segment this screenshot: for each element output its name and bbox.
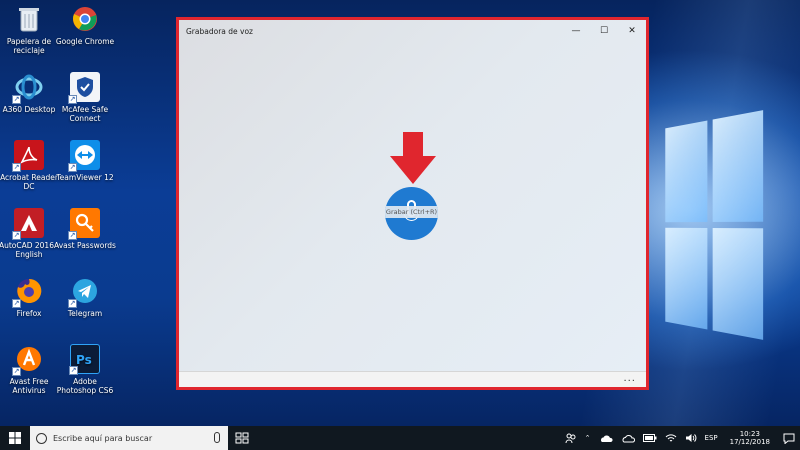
maximize-button[interactable]: ☐	[590, 20, 618, 42]
shortcut-arrow-icon: ↗	[68, 95, 77, 104]
clock-date: 17/12/2018	[729, 438, 770, 446]
people-icon[interactable]	[561, 432, 581, 444]
desktop-icon-avast[interactable]: ↗ Avast Free Antivirus	[0, 344, 60, 395]
window-bottom-bar: ...	[179, 371, 646, 387]
desktop-icon-mcafee[interactable]: ↗ McAfee Safe Connect	[54, 72, 116, 123]
voice-recorder-window[interactable]: Grabadora de voz — ☐ ✕ Grabar (Ctrl+R) .…	[176, 17, 649, 390]
more-options-button[interactable]: ...	[623, 373, 636, 384]
desktop-icon-chrome[interactable]: Google Chrome	[54, 4, 116, 46]
telegram-icon: ↗	[68, 276, 100, 308]
system-tray: ⌃ ESP 10:23 17/12/2018	[561, 426, 800, 450]
shortcut-arrow-icon: ↗	[68, 163, 77, 172]
show-hidden-icons-icon[interactable]: ⌃	[581, 434, 595, 442]
avast-icon: ↗	[12, 344, 44, 376]
shortcut-arrow-icon: ↗	[68, 299, 77, 308]
cloud-sync-icon[interactable]	[617, 434, 639, 443]
taskbar: Escribe aquí para buscar ⌃ ESP 10:23 17/…	[0, 426, 800, 450]
avast-passwords-icon: ↗	[68, 208, 100, 240]
onedrive-icon[interactable]	[595, 434, 617, 443]
desktop-icon-recycle-bin[interactable]: Papelera de reciclaje	[0, 4, 60, 55]
acrobat-icon: ↗	[12, 140, 44, 172]
autocad-icon: ↗	[12, 208, 44, 240]
action-center-button[interactable]	[778, 433, 800, 444]
task-view-button[interactable]	[228, 426, 256, 450]
firefox-icon: ↗	[12, 276, 44, 308]
network-icon[interactable]	[661, 433, 681, 443]
svg-text:Ps: Ps	[76, 353, 92, 367]
shortcut-arrow-icon: ↗	[12, 163, 21, 172]
notification-icon	[783, 433, 795, 444]
record-button[interactable]: Grabar (Ctrl+R)	[385, 187, 438, 240]
shortcut-arrow-icon: ↗	[12, 299, 21, 308]
desktop: Papelera de reciclaje ↗ A360 Desktop ↗ A…	[0, 0, 800, 426]
red-arrow-annotation	[390, 132, 436, 184]
recycle-bin-icon	[14, 4, 44, 34]
window-controls: — ☐ ✕	[562, 20, 646, 42]
taskbar-search-box[interactable]: Escribe aquí para buscar	[30, 426, 228, 450]
desktop-icon-telegram[interactable]: ↗ Telegram	[54, 276, 116, 318]
shortcut-arrow-icon: ↗	[12, 367, 21, 376]
search-placeholder: Escribe aquí para buscar	[53, 433, 153, 443]
desktop-icon-avast-passwords[interactable]: ↗ Avast Passwords	[54, 208, 116, 250]
windows-start-icon	[9, 432, 21, 444]
desktop-icon-teamviewer[interactable]: ↗ TeamViewer 12	[54, 140, 116, 182]
shortcut-arrow-icon: ↗	[69, 366, 78, 375]
battery-icon[interactable]	[639, 434, 661, 442]
shortcut-arrow-icon: ↗	[68, 231, 77, 240]
desktop-icon-a360[interactable]: ↗ A360 Desktop	[0, 72, 60, 114]
shortcut-arrow-icon: ↗	[12, 231, 21, 240]
task-view-icon	[235, 432, 249, 444]
desktop-icon-acrobat[interactable]: ↗ Acrobat Reader DC	[0, 140, 60, 191]
teamviewer-icon: ↗	[68, 140, 100, 172]
desktop-icon-firefox[interactable]: ↗ Firefox	[0, 276, 60, 318]
clock-time: 10:23	[739, 430, 760, 438]
photoshop-icon: Ps ↗	[69, 344, 100, 375]
cortana-icon	[36, 432, 47, 444]
microphone-icon[interactable]	[214, 432, 220, 443]
volume-icon[interactable]	[681, 433, 701, 443]
close-button[interactable]: ✕	[618, 20, 646, 42]
language-indicator[interactable]: ESP	[701, 434, 722, 442]
mcafee-icon: ↗	[68, 72, 100, 104]
clock[interactable]: 10:23 17/12/2018	[722, 430, 778, 446]
chrome-icon	[70, 4, 100, 34]
shortcut-arrow-icon: ↗	[12, 95, 21, 104]
desktop-icon-photoshop[interactable]: Ps ↗ Adobe Photoshop CS6	[54, 344, 116, 395]
windows-logo-wallpaper	[665, 110, 764, 340]
desktop-icon-autocad[interactable]: ↗ AutoCAD 2016 - English	[0, 208, 60, 259]
a360-icon: ↗	[12, 72, 44, 104]
window-title: Grabadora de voz	[186, 26, 253, 36]
minimize-button[interactable]: —	[562, 20, 590, 42]
record-tooltip: Grabar (Ctrl+R)	[385, 208, 438, 216]
start-button[interactable]	[0, 426, 30, 450]
